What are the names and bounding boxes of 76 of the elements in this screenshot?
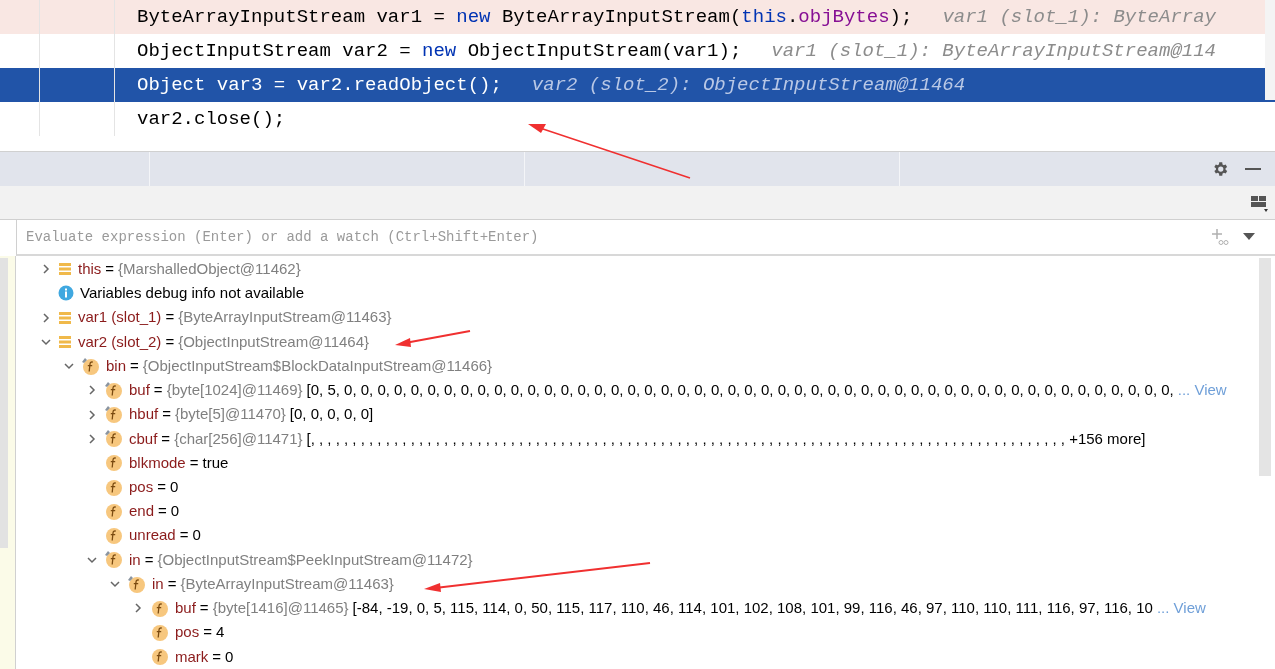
equals-sign: = [199, 598, 209, 619]
variable-name: bin [106, 355, 127, 376]
variable-name: pos [175, 622, 200, 643]
chevron-right-icon[interactable] [86, 408, 98, 421]
variable-value: 4 [215, 622, 225, 643]
variable-type: {char[256]@11471} [174, 428, 303, 449]
variable-name: buf [175, 598, 196, 619]
variable-type: {ObjectInputStream@11464} [178, 331, 370, 352]
equals-sign: = [167, 573, 177, 594]
variable-name: in [129, 549, 141, 570]
variable-name: end [129, 501, 155, 522]
variable-icon [58, 310, 72, 325]
variable-value: [0, 0, 0, 0, 0] [289, 404, 374, 425]
variable-icon [58, 334, 72, 349]
equals-sign: = [165, 331, 175, 352]
chevron-right-icon[interactable] [40, 311, 52, 324]
view-link[interactable]: ... View [1177, 379, 1227, 402]
chevron-right-icon[interactable] [132, 602, 144, 615]
variable-name: cbuf [129, 428, 158, 449]
dropdown-icon[interactable] [1243, 233, 1255, 241]
equals-sign: = [130, 355, 139, 376]
chevron-right-icon[interactable] [86, 384, 98, 397]
equals-sign: = [179, 525, 189, 546]
code-line: ObjectInputStream var2 = new ObjectInputStream(var1); [137, 38, 742, 64]
variable-type: {byte[1024]@11469} [166, 380, 303, 401]
variable-type: {ByteArrayInputStream@11463} [178, 307, 392, 328]
view-link[interactable]: ... View [1156, 597, 1206, 620]
variable-icon [58, 262, 72, 277]
variable-type: {ObjectInputStream$PeekInputStream@11472} [157, 549, 473, 570]
inline-hint: var1 (slot_1): ByteArray [942, 4, 1217, 30]
variable-value: [, , , , , , , , , , , , , , , , , , , , , , , , , , , , , , , , , , , , , , , , , , , , , , , , , , , , , , , , , , , , , , , , , , , , , , , , , , , , , , , , , , , , , , , , , , , +156 more] [306, 428, 1146, 449]
variable-type: {ObjectInputStream$BlockDataInputStream@11466} [142, 355, 493, 376]
scrollbar-thumb[interactable] [1259, 258, 1271, 476]
variable-type: {byte[1416]@11465} [212, 598, 349, 619]
variable-name: var1 (slot_1) [78, 307, 162, 328]
info-icon [58, 285, 74, 302]
equals-sign: = [189, 452, 199, 473]
chevron-right-icon[interactable] [40, 263, 52, 276]
variable-name: unread [129, 525, 176, 546]
equals-sign: = [157, 476, 166, 497]
watch-input-field[interactable]: Evaluate expression (Enter) or add a watch (Ctrl+Shift+Enter) [17, 226, 1211, 248]
variable-type: {byte[5]@11470} [174, 404, 286, 425]
code-line: var2.close(); [137, 106, 286, 132]
equals-sign: = [212, 646, 222, 667]
equals-sign: = [165, 307, 175, 328]
variable-value: 0 [192, 525, 201, 546]
equals-sign: = [162, 404, 171, 425]
variable-type: {MarshalledObject@11462} [118, 258, 301, 279]
variable-name: this [78, 258, 102, 279]
code-line: ByteArrayInputStream var1 = new ByteArrayInputStream(this.objBytes); [137, 4, 913, 30]
equals-sign: = [144, 549, 154, 570]
variable-type: {ByteArrayInputStream@11463} [180, 573, 394, 594]
variable-name: var2 (slot_2) [78, 331, 162, 352]
chevron-right-icon[interactable] [86, 432, 98, 445]
equals-sign: = [158, 501, 167, 522]
info-message: Variables debug info not available [80, 283, 305, 304]
variable-value: true [202, 452, 229, 473]
variable-name: in [152, 573, 164, 594]
variable-value: [-84, -19, 0, 5, 115, 114, 0, 50, 115, 117, 110, 46, 114, 101, 102, 108, 101, 99, 116, 46, 97, 110, 110, 111, 116, 97, 116, 10 [352, 598, 1153, 619]
equals-sign: = [153, 380, 163, 401]
equals-sign: = [203, 622, 212, 643]
variable-name: buf [129, 380, 150, 401]
code-line: Object var3 = var2.readObject(); [137, 72, 502, 98]
variable-name: pos [129, 476, 154, 497]
variable-value: 0 [225, 646, 234, 667]
minimize-icon[interactable] [1245, 167, 1261, 171]
equals-sign: = [105, 258, 115, 279]
inline-hint: var2 (slot_2): ObjectInputStream@11464 [531, 72, 966, 98]
variable-value: 0 [169, 476, 179, 497]
equals-sign: = [161, 428, 171, 449]
variable-name: mark [175, 646, 209, 667]
variable-name: hbuf [129, 404, 159, 425]
variable-name: blkmode [129, 452, 186, 473]
variable-value: 0 [170, 501, 180, 522]
variable-value: [0, 5, 0, 0, 0, 0, 0, 0, 0, 0, 0, 0, 0, 0, 0, 0, 0, 0, 0, 0, 0, 0, 0, 0, 0, 0, 0, 0, 0, 0, 0, 0, 0, 0, 0, 0, 0, 0, 0, 0, 0, 0, 0, 0, 0, 0, 0, 0, 0, 0, 0, 0, [306, 380, 1174, 401]
inline-hint: var1 (slot_1): ByteArrayInputStream@114 [771, 38, 1216, 64]
